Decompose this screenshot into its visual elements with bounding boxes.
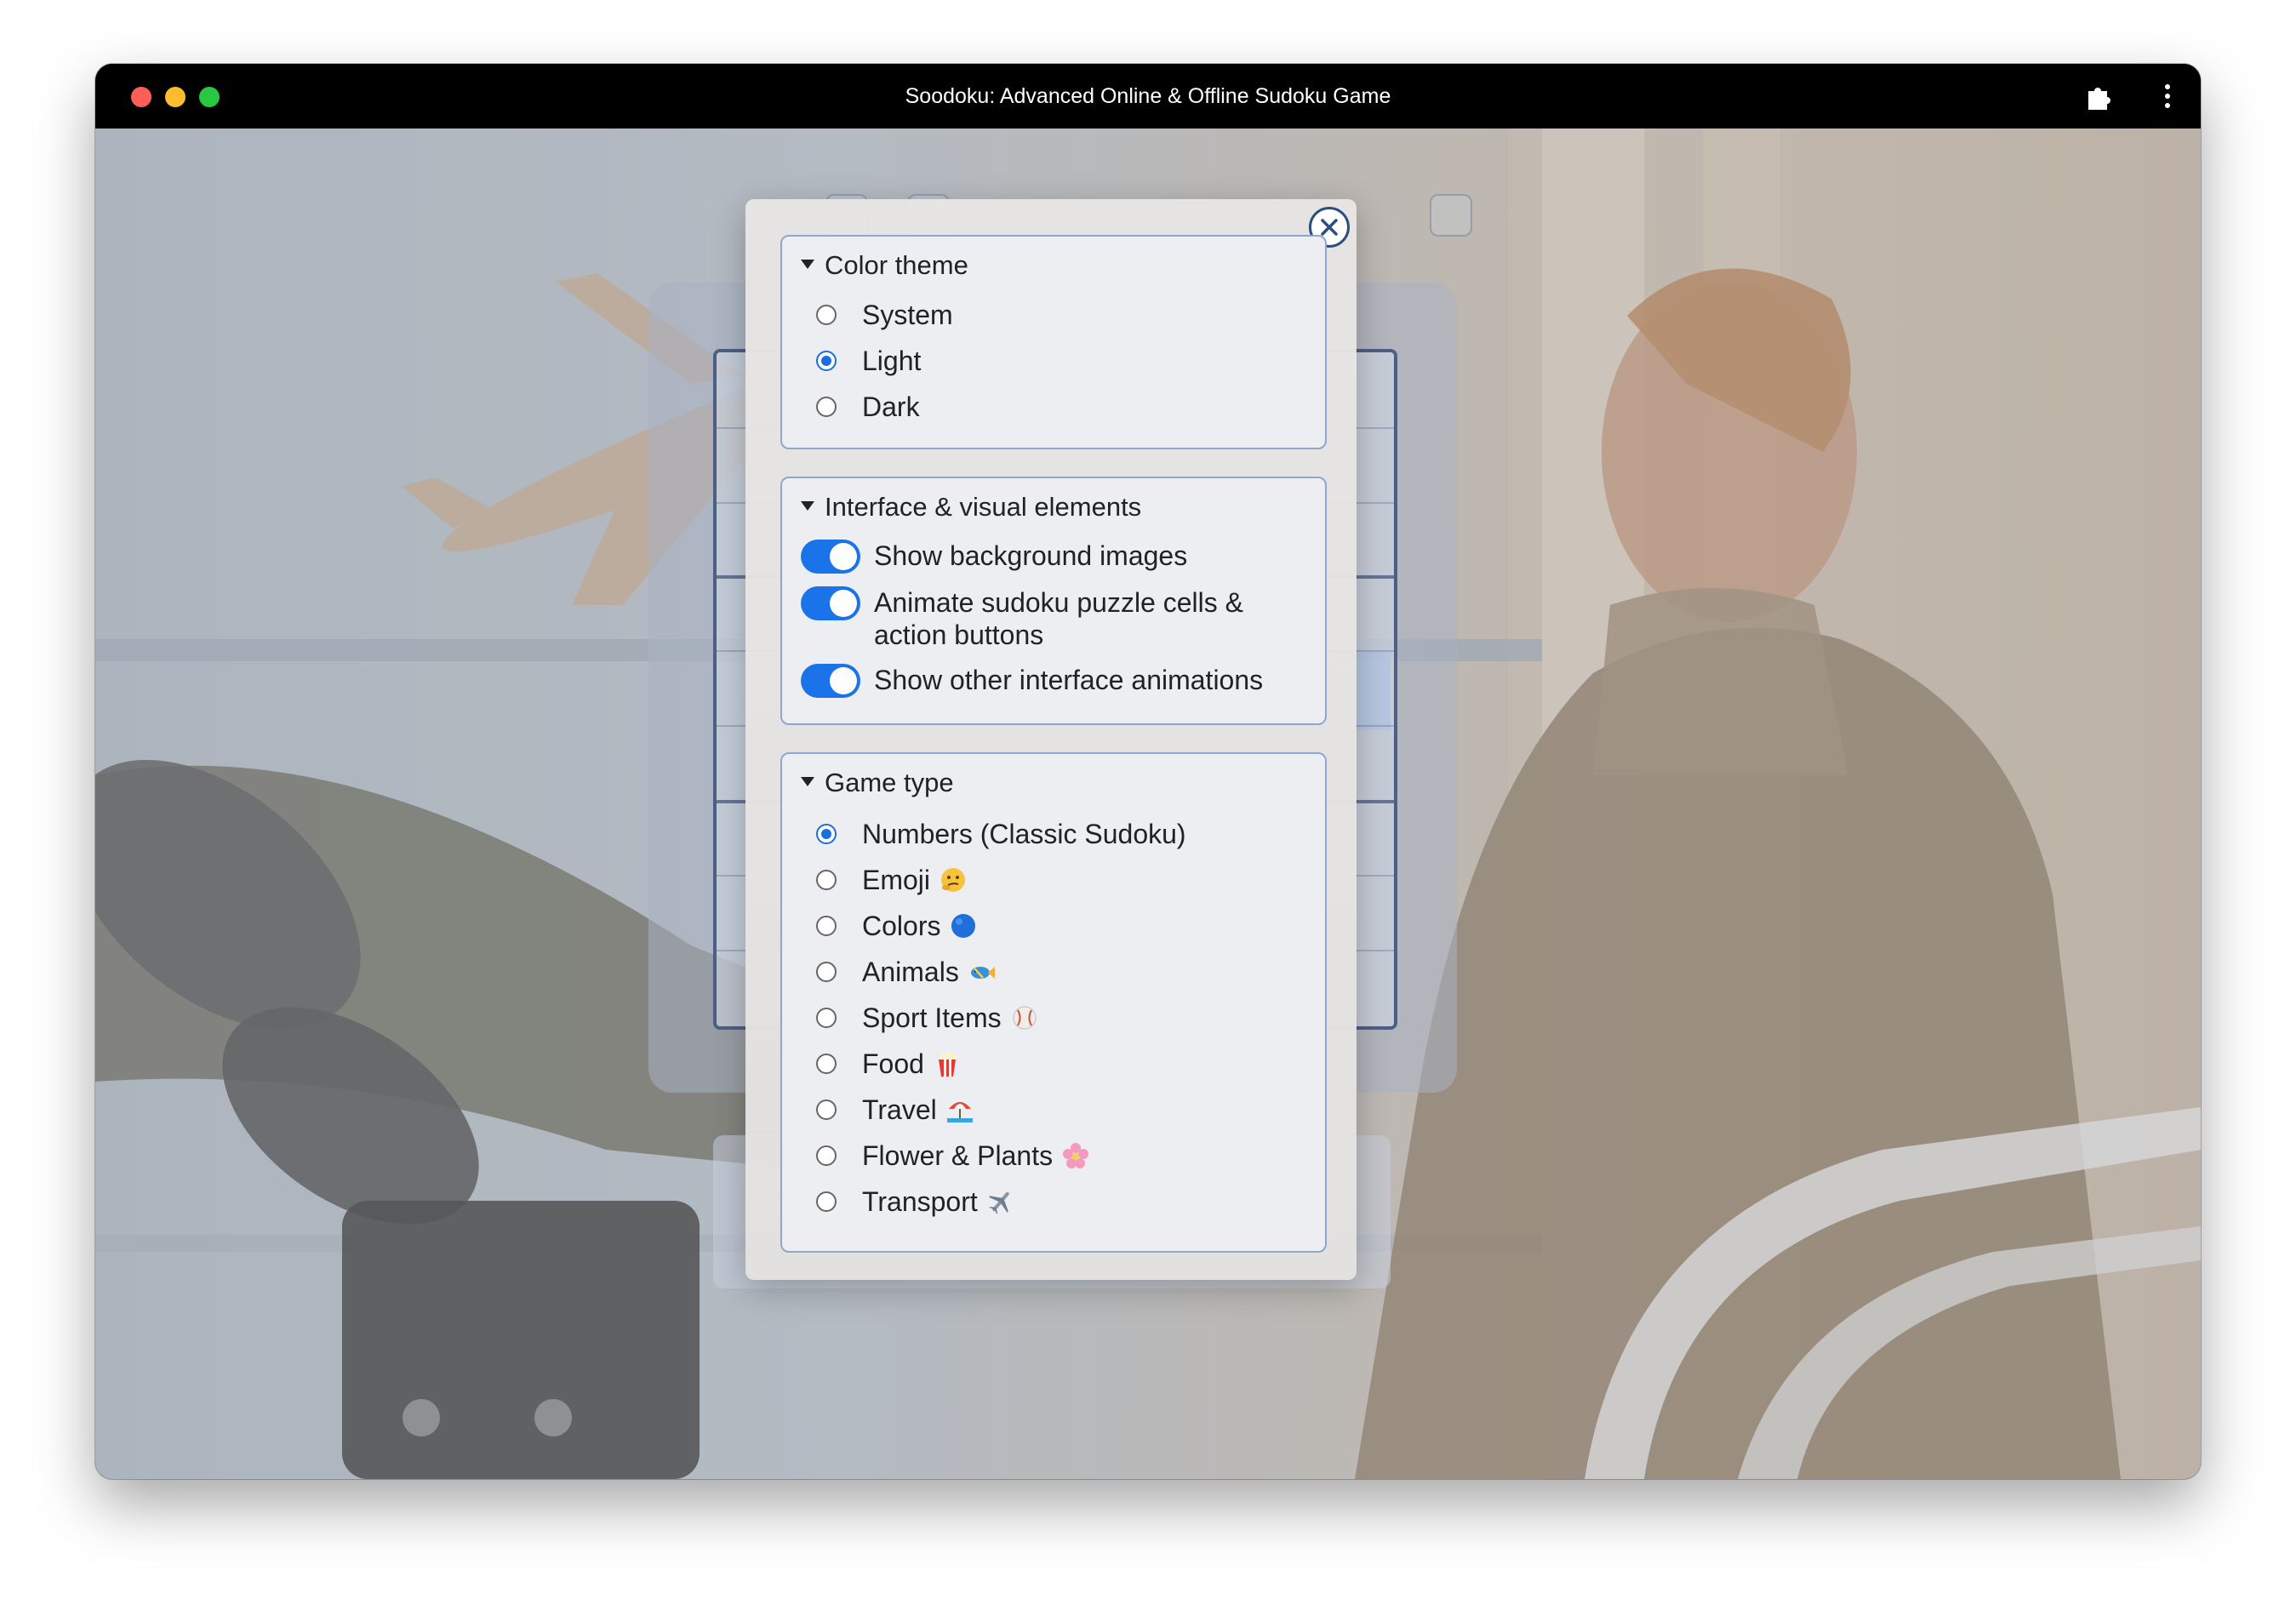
airplane-icon xyxy=(986,1187,1015,1216)
radio-button-checked[interactable] xyxy=(816,824,837,844)
radio-button[interactable] xyxy=(816,1191,837,1212)
disclosure-triangle-icon xyxy=(801,777,814,787)
popcorn-icon xyxy=(933,1049,962,1078)
kebab-menu-icon[interactable] xyxy=(2150,79,2185,113)
interface-legend[interactable]: Interface & visual elements xyxy=(801,490,1141,524)
radio-button[interactable] xyxy=(816,1054,837,1074)
color-theme-legend[interactable]: Color theme xyxy=(801,248,968,283)
option-label: Emoji xyxy=(862,864,931,895)
cherry-blossom-icon xyxy=(1061,1141,1090,1170)
game-option-colors[interactable]: Colors xyxy=(816,907,978,945)
disclosure-triangle-icon xyxy=(801,260,814,270)
theme-option-dark[interactable]: Dark xyxy=(816,388,920,426)
beach-umbrella-icon xyxy=(945,1095,974,1124)
theme-option-light[interactable]: Light xyxy=(816,342,921,380)
radio-button[interactable] xyxy=(816,305,837,325)
game-option-food[interactable]: Food xyxy=(816,1045,962,1082)
game-option-sport-items[interactable]: Sport Items xyxy=(816,999,1039,1037)
option-label: Colors xyxy=(862,910,941,941)
game-type-legend[interactable]: Game type xyxy=(801,766,954,800)
radio-button-checked[interactable] xyxy=(816,351,837,371)
toggle-switch-on[interactable] xyxy=(801,540,860,574)
option-label: Dark xyxy=(862,391,920,422)
radio-button[interactable] xyxy=(816,1145,837,1166)
radio-button[interactable] xyxy=(816,1008,837,1028)
puzzle-extension-icon[interactable] xyxy=(2082,79,2116,113)
game-option-transport[interactable]: Transport xyxy=(816,1183,1015,1220)
option-label: Numbers (Classic Sudoku) xyxy=(862,818,1186,849)
option-label: Food xyxy=(862,1048,924,1079)
radio-button[interactable] xyxy=(816,870,837,890)
option-label: Travel xyxy=(862,1094,937,1125)
toggle-row-background-images[interactable]: Show background images xyxy=(801,540,1187,574)
disclosure-triangle-icon xyxy=(801,501,814,511)
toggle-switch-on[interactable] xyxy=(801,586,860,620)
toggle-row-other-animations[interactable]: Show other interface animations xyxy=(801,664,1263,698)
blue-circle-icon xyxy=(949,911,978,940)
fish-icon xyxy=(968,957,997,986)
option-label: System xyxy=(862,299,953,330)
window-title: Soodoku: Advanced Online & Offline Sudok… xyxy=(905,84,1391,108)
game-option-animals[interactable]: Animals xyxy=(816,953,997,991)
option-label: Transport xyxy=(862,1185,978,1217)
radio-button[interactable] xyxy=(816,962,837,982)
color-theme-section: Color theme System Light Dark xyxy=(780,235,1327,449)
game-option-emoji[interactable]: Emoji xyxy=(816,861,968,899)
title-bar: Soodoku: Advanced Online & Offline Sudok… xyxy=(95,64,2201,129)
option-label: Animals xyxy=(862,956,959,987)
radio-button[interactable] xyxy=(816,916,837,936)
baseball-icon xyxy=(1010,1003,1039,1032)
game-type-section: Game type Numbers (Classic Sudoku) Emoji… xyxy=(780,752,1327,1253)
thinking-face-icon xyxy=(939,865,968,894)
theme-option-system[interactable]: System xyxy=(816,296,953,334)
toggle-row-animate-cells[interactable]: Animate sudoku puzzle cells & action but… xyxy=(801,586,1243,651)
game-option-travel[interactable]: Travel xyxy=(816,1091,974,1128)
interface-section: Interface & visual elements Show backgro… xyxy=(780,477,1327,725)
option-label: Flower & Plants xyxy=(862,1139,1054,1171)
toggle-switch-on[interactable] xyxy=(801,664,860,698)
game-option-flower-plants[interactable]: Flower & Plants xyxy=(816,1137,1090,1174)
radio-button[interactable] xyxy=(816,1100,837,1120)
toggle-label: Show other interface animations xyxy=(874,665,1264,695)
radio-button[interactable] xyxy=(816,397,837,417)
toolbar-button xyxy=(1430,194,1472,237)
game-option-numbers[interactable]: Numbers (Classic Sudoku) xyxy=(816,815,1186,853)
toggle-label: Show background images xyxy=(874,540,1188,571)
option-label: Sport Items xyxy=(862,1002,1002,1033)
toggle-label: Animate sudoku puzzle cells & action but… xyxy=(874,587,1243,650)
option-label: Light xyxy=(862,345,922,376)
